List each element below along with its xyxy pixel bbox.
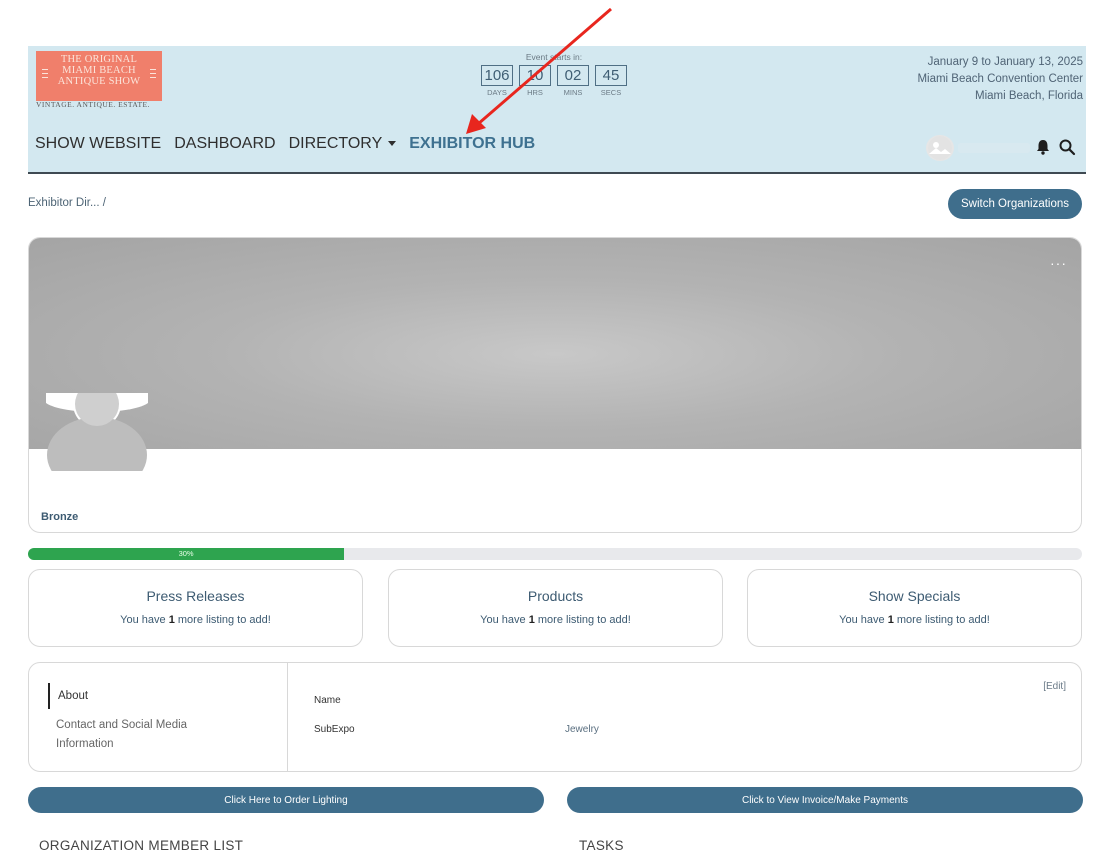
- order-lighting-button[interactable]: Click Here to Order Lighting: [28, 787, 544, 813]
- main-nav: SHOW WEBSITE DASHBOARD DIRECTORY EXHIBIT…: [35, 135, 535, 153]
- nav-show-website[interactable]: SHOW WEBSITE: [35, 135, 161, 153]
- view-invoice-button[interactable]: Click to View Invoice/Make Payments: [567, 787, 1083, 813]
- subexpo-value: Jewelry: [565, 724, 599, 735]
- nav-directory-label: DIRECTORY: [288, 135, 383, 152]
- search-icon[interactable]: [1058, 138, 1076, 156]
- cover-image: ···: [29, 238, 1081, 449]
- logo-menu-bars-left: [42, 69, 48, 78]
- nav-dashboard[interactable]: DASHBOARD: [174, 135, 275, 153]
- tab-contact-social[interactable]: Contact and Social Media Information: [56, 716, 236, 754]
- countdown-secs: 45: [595, 65, 627, 86]
- show-specials-card[interactable]: Show Specials You have 1 more listing to…: [747, 569, 1082, 647]
- event-countdown: Event starts in: 106 DAYS 10 HRS 02 MINS 45…: [474, 52, 634, 97]
- profile-progress-bar: 30%: [28, 548, 1082, 560]
- show-logo[interactable]: THE ORIGINAL MIAMI BEACH ANTIQUE SHOW: [36, 51, 162, 101]
- about-sidebar: About Contact and Social Media Informati…: [29, 663, 288, 771]
- stat-title: Products: [527, 588, 584, 604]
- name-label: Name: [314, 695, 341, 706]
- tab-about[interactable]: About: [48, 683, 88, 709]
- caret-down-icon: [388, 141, 397, 147]
- countdown-hours-label: HRS: [527, 88, 543, 97]
- countdown-label: Event starts in:: [525, 52, 583, 62]
- event-dates: January 9 to January 13, 2025: [927, 56, 1083, 68]
- logo-menu-bars-right: [150, 69, 156, 78]
- stat-subtitle: You have 1 more listing to add!: [839, 614, 990, 626]
- user-avatar[interactable]: [926, 135, 954, 161]
- stat-subtitle: You have 1 more listing to add!: [480, 614, 631, 626]
- about-card: About Contact and Social Media Informati…: [28, 662, 1082, 772]
- press-releases-card[interactable]: Press Releases You have 1 more listing t…: [28, 569, 363, 647]
- stat-title: Show Specials: [868, 588, 961, 604]
- progress-fill: 30%: [28, 548, 345, 560]
- profile-card: ··· Bronze: [28, 237, 1082, 533]
- organization-avatar[interactable]: [46, 393, 148, 471]
- countdown-days: 106: [481, 65, 513, 86]
- user-name-redacted: [958, 143, 1030, 153]
- countdown-secs-label: SECS: [600, 88, 622, 97]
- countdown-days-label: DAYS: [487, 88, 507, 97]
- event-location: Miami Beach, Florida: [974, 90, 1083, 102]
- edit-link[interactable]: [Edit]: [1043, 681, 1066, 692]
- membership-level: Bronze: [41, 511, 79, 523]
- logo-line-2: MIAMI BEACH: [62, 65, 136, 76]
- stat-title: Press Releases: [146, 588, 245, 604]
- member-list-heading: ORGANIZATION MEMBER LIST: [39, 838, 244, 853]
- products-card[interactable]: Products You have 1 more listing to add!: [388, 569, 723, 647]
- stat-subtitle: You have 1 more listing to add!: [120, 614, 271, 626]
- switch-organizations-button[interactable]: Switch Organizations: [948, 189, 1082, 219]
- site-header: THE ORIGINAL MIAMI BEACH ANTIQUE SHOW VI…: [28, 46, 1086, 174]
- logo-tagline: VINTAGE. ANTIQUE. ESTATE.: [36, 100, 150, 109]
- nav-exhibitor-hub[interactable]: EXHIBITOR HUB: [409, 135, 535, 153]
- tasks-heading: TASKS: [579, 838, 624, 853]
- countdown-mins: 02: [557, 65, 589, 86]
- event-info: January 9 to January 13, 2025 Miami Beac…: [917, 54, 1083, 105]
- countdown-hours: 10: [519, 65, 551, 86]
- breadcrumb[interactable]: Exhibitor Dir... /: [28, 197, 106, 209]
- more-options-icon[interactable]: ···: [1050, 256, 1067, 270]
- logo-line-1: THE ORIGINAL: [60, 54, 138, 65]
- logo-line-3: ANTIQUE SHOW: [57, 76, 141, 87]
- subexpo-label: SubExpo: [314, 724, 355, 735]
- countdown-mins-label: MINS: [563, 88, 583, 97]
- bell-icon[interactable]: [1034, 138, 1052, 156]
- event-venue: Miami Beach Convention Center: [917, 73, 1083, 85]
- nav-directory[interactable]: DIRECTORY: [289, 135, 397, 153]
